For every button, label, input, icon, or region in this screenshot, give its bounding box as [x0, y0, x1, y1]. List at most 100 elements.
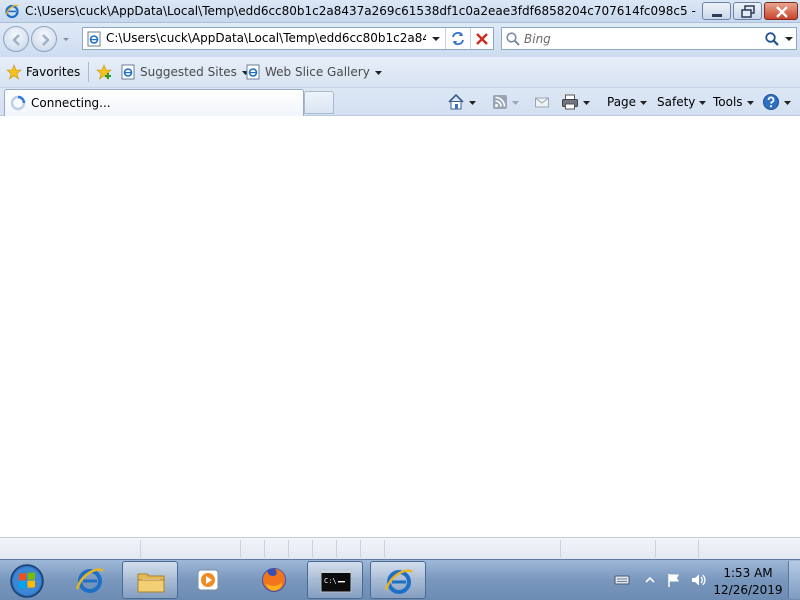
taskbar-windows-explorer[interactable] — [122, 561, 178, 599]
chevron-down-icon[interactable] — [582, 98, 591, 107]
status-bar-divider — [288, 540, 289, 558]
print-button[interactable] — [561, 92, 591, 112]
status-bar-divider — [655, 540, 656, 558]
tools-menu-button[interactable]: Tools — [713, 92, 755, 112]
back-arrow-icon — [12, 34, 20, 46]
bing-search-icon — [506, 32, 520, 46]
status-bar-divider — [140, 540, 141, 558]
forward-button[interactable] — [31, 26, 57, 52]
feeds-button[interactable] — [492, 92, 520, 112]
add-to-favorites-bar-button[interactable] — [96, 62, 114, 82]
show-desktop-button[interactable] — [788, 561, 800, 599]
command-prompt-icon: C:\ — [320, 569, 352, 593]
search-options-dropdown-icon[interactable] — [783, 33, 795, 45]
chevron-down-icon — [784, 100, 791, 105]
home-icon — [448, 93, 464, 110]
action-center-flag-icon[interactable] — [666, 572, 682, 588]
safety-menu-label: Safety — [657, 95, 696, 109]
status-bar-divider — [264, 540, 265, 558]
close-button[interactable] — [764, 2, 798, 20]
svg-text:C:\: C:\ — [324, 577, 337, 585]
firefox-icon — [262, 568, 286, 592]
navigation-bar: C:\Users\cuck\AppData\Local\Temp\edd6cc8… — [0, 23, 800, 57]
loading-spinner-icon — [10, 95, 26, 111]
mail-icon — [535, 97, 549, 108]
home-button[interactable] — [447, 92, 477, 112]
rss-feed-icon — [493, 95, 507, 109]
star-icon — [6, 64, 22, 80]
status-bar-divider — [360, 540, 361, 558]
chevron-down-icon — [746, 100, 754, 105]
web-slice-gallery-link[interactable]: Web Slice Gallery — [245, 62, 383, 82]
clock-date[interactable]: 12/26/2019 — [700, 583, 796, 597]
suggested-sites-link[interactable]: Suggested Sites — [120, 62, 250, 82]
help-button[interactable] — [762, 92, 792, 112]
internet-explorer-icon — [5, 4, 19, 19]
read-mail-button[interactable] — [534, 92, 550, 112]
address-separator — [470, 28, 471, 49]
safety-menu-button[interactable]: Safety — [657, 92, 707, 112]
page-menu-button[interactable]: Page — [607, 92, 648, 112]
taskbar: C:\ 1:53 AM 12/26/2019 — [0, 559, 800, 600]
taskbar-media-player[interactable] — [182, 561, 238, 599]
suggested-sites-label: Suggested Sites — [140, 65, 237, 79]
page-icon — [87, 31, 101, 47]
clock-time[interactable]: 1:53 AM — [700, 566, 796, 580]
web-slice-gallery-label: Web Slice Gallery — [265, 65, 370, 79]
minimize-button[interactable] — [702, 2, 731, 20]
status-bar-divider — [336, 540, 337, 558]
address-dropdown-icon[interactable] — [430, 33, 442, 45]
status-bar-divider — [560, 540, 561, 558]
search-input[interactable] — [524, 30, 759, 47]
media-player-icon — [197, 569, 219, 591]
url-text[interactable]: C:\Users\cuck\AppData\Local\Temp\edd6cc8… — [106, 31, 426, 45]
chevron-down-icon — [640, 100, 648, 105]
minimize-icon — [712, 14, 722, 17]
stop-icon[interactable] — [474, 31, 490, 47]
forward-arrow-icon — [42, 34, 50, 46]
tab-connecting[interactable]: Connecting... — [4, 89, 304, 116]
status-bar-divider — [240, 540, 241, 558]
status-bar — [0, 537, 800, 559]
address-bar[interactable]: C:\Users\cuck\AppData\Local\Temp\edd6cc8… — [82, 27, 494, 50]
search-box[interactable] — [501, 27, 797, 50]
recent-pages-dropdown-icon[interactable] — [60, 33, 72, 45]
taskbar-command-prompt[interactable]: C:\ — [307, 561, 363, 599]
restore-button[interactable] — [733, 2, 762, 20]
restore-icon — [741, 5, 755, 18]
window-title: C:\Users\cuck\AppData\Local\Temp\edd6cc8… — [25, 4, 697, 18]
show-hidden-icons-chevron-icon[interactable] — [642, 572, 658, 588]
refresh-icon[interactable] — [449, 30, 467, 47]
chevron-down-icon — [699, 100, 707, 105]
address-separator — [445, 28, 446, 49]
printer-icon — [562, 94, 578, 110]
windows-logo-icon — [10, 564, 44, 598]
page-content-area[interactable] — [0, 117, 800, 537]
chevron-down-icon[interactable] — [511, 98, 520, 107]
taskbar-internet-explorer-window[interactable] — [370, 561, 426, 599]
chevron-down-icon — [374, 70, 382, 75]
tab-label: Connecting... — [31, 96, 111, 110]
back-button[interactable] — [3, 26, 29, 52]
chevron-down-icon[interactable] — [468, 98, 477, 107]
status-bar-divider — [384, 540, 385, 558]
taskbar-internet-explorer[interactable] — [62, 561, 118, 599]
favorites-button[interactable]: Favorites — [6, 62, 80, 82]
new-tab-button[interactable] — [304, 91, 334, 114]
add-favorite-star-icon — [96, 64, 112, 80]
taskbar-firefox[interactable] — [246, 561, 302, 599]
search-go-icon[interactable] — [764, 31, 780, 47]
ie-page-icon — [121, 64, 135, 80]
help-icon — [763, 94, 779, 110]
ie-page-icon — [246, 64, 260, 80]
favorites-divider — [88, 62, 89, 82]
start-button[interactable] — [5, 562, 49, 600]
status-bar-divider — [312, 540, 313, 558]
favorites-label: Favorites — [26, 65, 81, 79]
tab-and-command-bar: Connecting... Page Safety Tools — [0, 88, 800, 116]
status-bar-divider — [698, 540, 699, 558]
keyboard-icon[interactable] — [614, 572, 630, 588]
title-bar[interactable]: C:\Users\cuck\AppData\Local\Temp\edd6cc8… — [0, 0, 800, 23]
favorites-bar: Favorites Suggested Sites Web Slice Gall… — [0, 57, 800, 88]
tools-menu-label: Tools — [713, 95, 743, 109]
